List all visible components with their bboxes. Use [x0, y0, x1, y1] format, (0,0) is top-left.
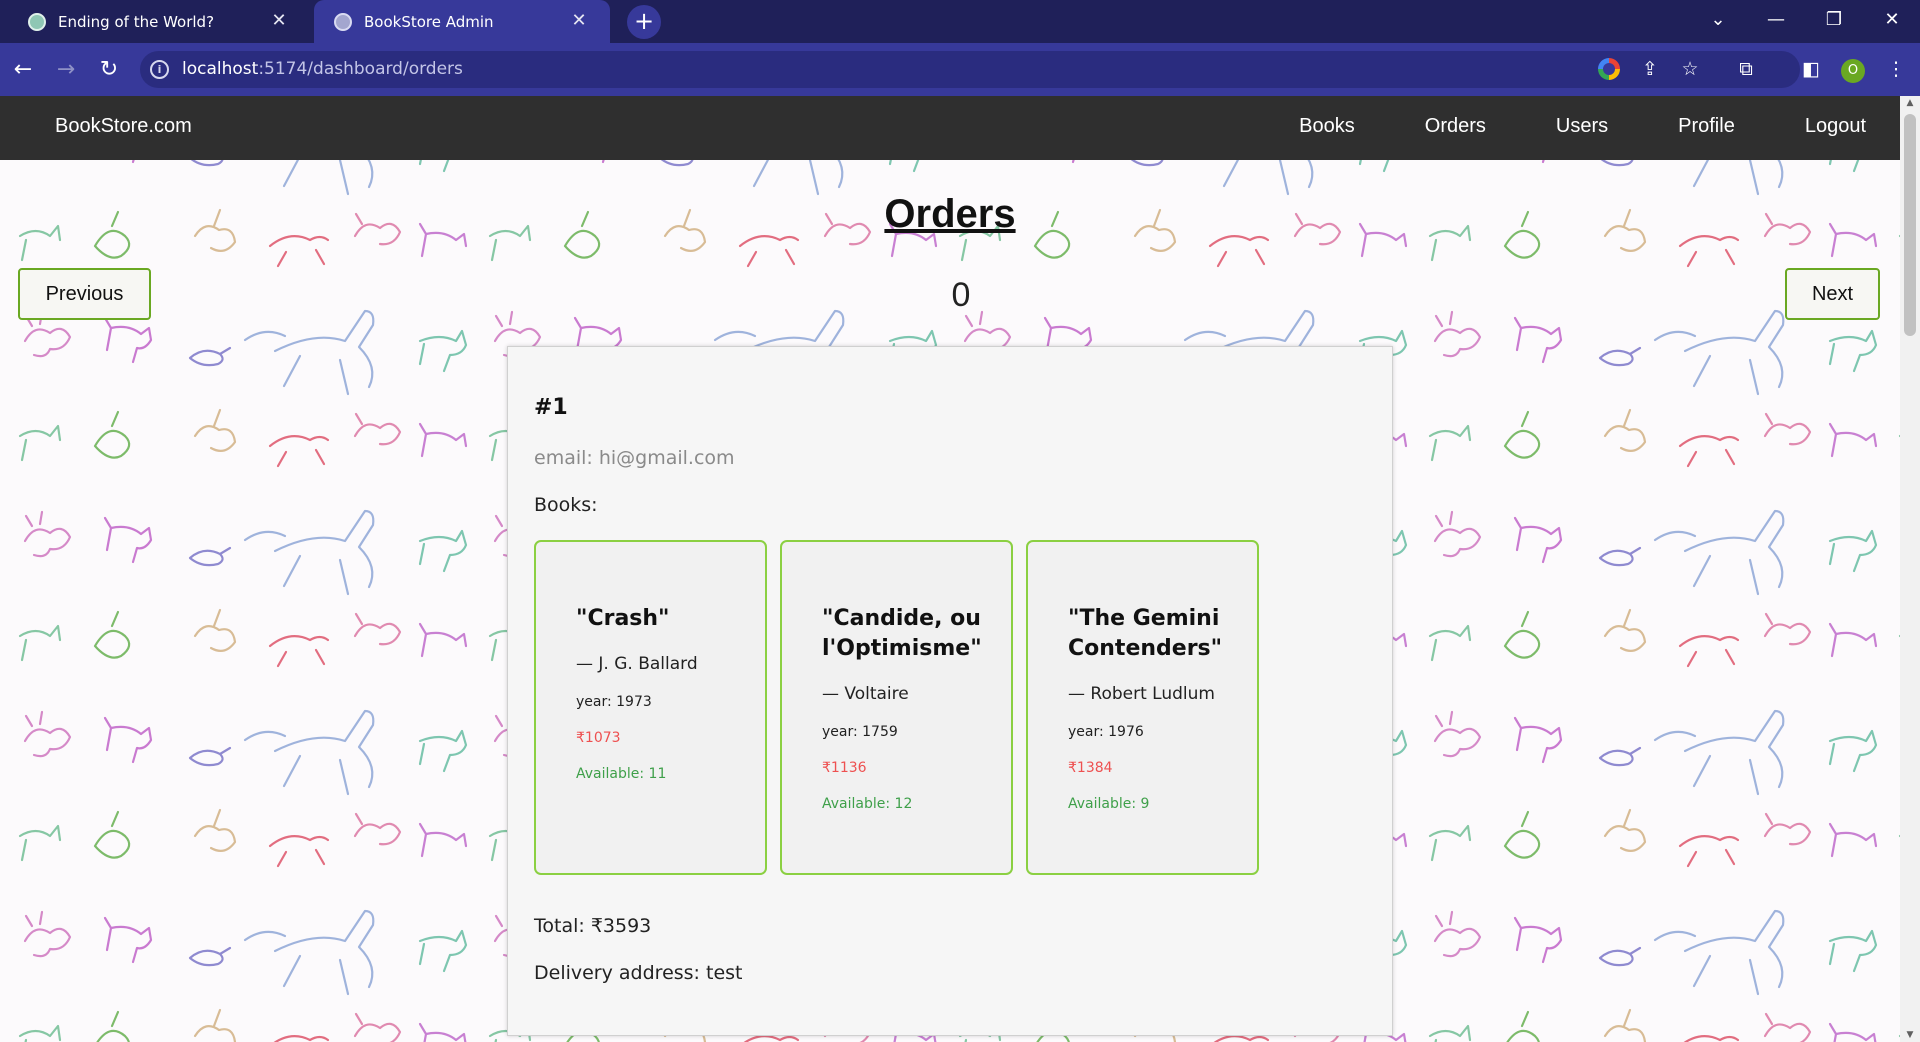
share-icon[interactable]: ⇪	[1636, 55, 1664, 83]
scrollbar-thumb[interactable]	[1904, 114, 1916, 336]
book-author: — J. G. Ballard	[576, 654, 698, 674]
chatgpt-favicon-icon	[28, 12, 46, 31]
new-tab-button[interactable]: +	[627, 5, 661, 39]
book-availability: Available: 12	[822, 796, 913, 812]
close-tab-icon[interactable]: ✕	[568, 10, 590, 32]
tab-title: Ending of the World?	[58, 12, 215, 31]
close-window-button[interactable]: ✕	[1864, 0, 1920, 43]
book-card: "Candide, ou l'Optimisme" — Voltaire yea…	[780, 540, 1013, 875]
reload-icon[interactable]: ↻	[94, 55, 124, 85]
page-scrollbar[interactable]: ▲ ▼	[1900, 96, 1920, 1042]
profile-avatar[interactable]: O	[1841, 59, 1865, 83]
book-card: "Crash" — J. G. Ballard year: 1973 ₹1073…	[534, 540, 767, 875]
book-year: year: 1973	[576, 694, 652, 710]
book-price: ₹1136	[822, 760, 867, 776]
nav-link-profile[interactable]: Profile	[1678, 115, 1735, 138]
book-availability: Available: 9	[1068, 796, 1150, 812]
close-tab-icon[interactable]: ✕	[268, 10, 290, 32]
browser-toolbar: ← → ↻ i localhost:5174/dashboard/orders …	[0, 43, 1920, 96]
browser-tab-ending-of-the-world[interactable]: Ending of the World? ✕	[28, 0, 310, 43]
google-lens-icon[interactable]	[1598, 58, 1620, 80]
book-price: ₹1384	[1068, 760, 1113, 776]
app-navbar: BookStore.com Books Orders Users Profile…	[0, 96, 1900, 160]
tab-title: BookStore Admin	[364, 12, 494, 31]
order-email: email: hi@gmail.com	[534, 447, 735, 469]
nav-link-orders[interactable]: Orders	[1425, 115, 1486, 138]
order-books-label: Books:	[534, 494, 598, 516]
tab-search-chevron-icon[interactable]: ⌄	[1690, 0, 1746, 43]
book-year: year: 1759	[822, 724, 898, 740]
restore-button[interactable]: ❐	[1806, 0, 1862, 43]
order-total: Total: ₹3593	[534, 915, 652, 937]
url-text[interactable]: localhost:5174/dashboard/orders	[182, 59, 463, 79]
nav-link-books[interactable]: Books	[1299, 115, 1355, 138]
book-title: "The Gemini Contenders"	[1068, 606, 1223, 661]
next-page-button[interactable]: Next	[1785, 268, 1880, 320]
book-title: "Crash"	[576, 606, 670, 631]
book-availability: Available: 11	[576, 766, 667, 782]
browser-tab-bar: Ending of the World? ✕ BookStore Admin ✕…	[0, 0, 1920, 43]
nav-link-users[interactable]: Users	[1556, 115, 1608, 138]
book-price: ₹1073	[576, 730, 621, 746]
browser-tab-bookstore-admin[interactable]: BookStore Admin ✕	[314, 0, 610, 43]
scroll-up-arrow-icon[interactable]: ▲	[1905, 98, 1915, 108]
minimize-button[interactable]: —	[1748, 0, 1804, 43]
back-arrow-icon[interactable]: ←	[8, 55, 38, 85]
bookmark-star-icon[interactable]: ☆	[1676, 55, 1704, 83]
app-nav-links: Books Orders Users Profile Logout	[1229, 115, 1866, 138]
side-panel-icon[interactable]: ◧	[1797, 55, 1825, 83]
extensions-puzzle-icon[interactable]: ⧉	[1732, 55, 1760, 83]
address-bar[interactable]: i localhost:5174/dashboard/orders	[140, 51, 1800, 88]
scroll-down-arrow-icon[interactable]: ▼	[1905, 1030, 1915, 1040]
forward-arrow-icon[interactable]: →	[51, 55, 81, 85]
globe-favicon-icon	[334, 12, 352, 31]
site-info-icon[interactable]: i	[150, 60, 169, 79]
order-id: #1	[534, 395, 568, 420]
book-card: "The Gemini Contenders" — Robert Ludlum …	[1026, 540, 1259, 875]
book-title: "Candide, ou l'Optimisme"	[822, 606, 982, 661]
book-author: — Voltaire	[822, 684, 909, 704]
book-year: year: 1976	[1068, 724, 1144, 740]
nav-link-logout[interactable]: Logout	[1805, 115, 1866, 138]
browser-menu-icon[interactable]: ⋮	[1882, 55, 1910, 83]
order-card: #1 email: hi@gmail.com Books: "Crash" — …	[507, 346, 1393, 1036]
order-delivery-address: Delivery address: test	[534, 962, 743, 984]
page-viewport: BookStore.com Books Orders Users Profile…	[0, 96, 1900, 1042]
page-title: Orders	[884, 192, 1016, 236]
page-number: 0	[951, 276, 971, 314]
book-author: — Robert Ludlum	[1068, 684, 1215, 704]
brand-logo-link[interactable]: BookStore.com	[55, 115, 192, 138]
